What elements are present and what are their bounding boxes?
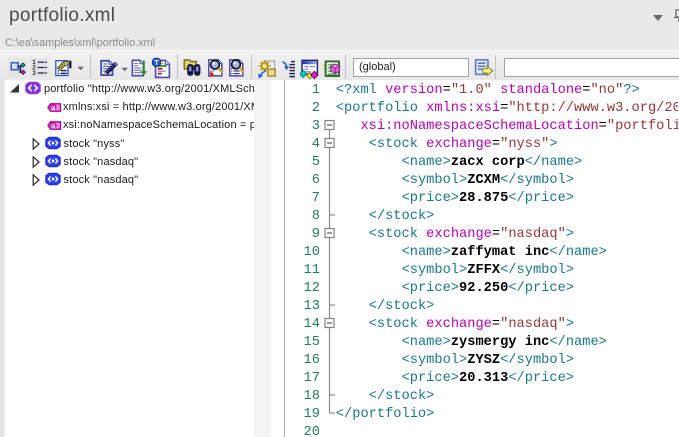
svg-text:a: a [51,103,56,113]
svg-text:a: a [51,121,56,131]
svg-text:3: 3 [32,70,36,77]
svg-text:T: T [154,58,159,67]
